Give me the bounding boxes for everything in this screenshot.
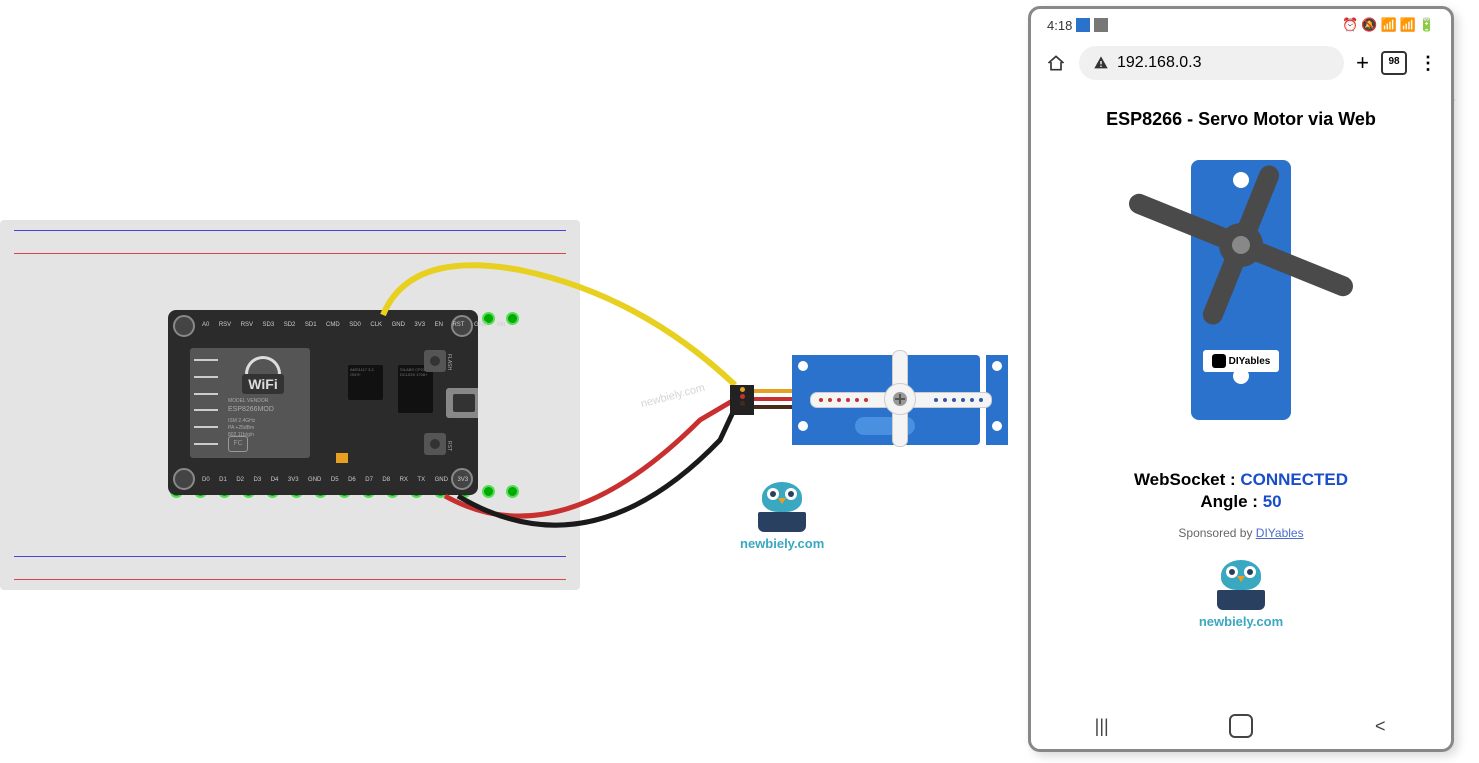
newbiely-logo: newbiely.com [1181,560,1301,629]
url-field[interactable]: 192.168.0.3 [1079,46,1344,80]
tab-count-button[interactable]: 98 [1381,51,1407,75]
screw-icon [893,392,907,406]
phone-statusbar: 4:18 ⏰ 🔕 📶 📶 🔋 [1031,9,1451,41]
usb-serial-chip: SILABS CP2102 DCL03X 1708+ [398,365,433,413]
signal-icon: 📶 [1400,17,1416,33]
url-text: 192.168.0.3 [1117,54,1202,72]
translate-icon [1094,18,1108,32]
flash-label: FLASH [446,354,452,370]
alarm-icon: ⏰ [1342,17,1358,33]
angle-readout: Angle : 50 [1051,492,1431,512]
app-icon [1076,18,1090,32]
pin-labels-top: D0D1D2D3D43V3GNDD5D6D7D8RXTXGND3V3 [202,477,468,483]
shield-module: ESP8266MOD [228,406,274,413]
esp8266-nodemcu: D0D1D2D3D43V3GNDD5D6D7D8RXTXGND3V3 A0RSV… [168,310,478,495]
mute-icon: 🔕 [1361,17,1377,33]
sponsor-link[interactable]: DIYables [1256,526,1304,540]
sponsor-text: Sponsored by DIYables [1051,526,1431,540]
servo-arm [810,380,990,418]
esp-shield: WiFi MODEL VENDOR ESP8266MOD ISM 2.4GHz … [190,348,310,458]
diyables-label: DIYables [1203,350,1279,372]
servo-motor [750,355,990,445]
rst-label: RST [446,441,452,451]
servo-graphic[interactable]: DIYables [1161,160,1321,420]
servo-connector [730,385,754,415]
watermark: newbiely.com [640,382,707,411]
page-title: ESP8266 - Servo Motor via Web [1051,109,1431,130]
home-button[interactable] [1229,714,1253,738]
home-icon[interactable] [1045,53,1067,73]
fcc-icon: FC [228,436,248,452]
add-tab-icon[interactable]: + [1356,50,1369,76]
newbiely-logo: newbiely.com [740,482,824,551]
micro-usb-port [446,388,478,418]
recent-apps-button[interactable]: ||| [1088,717,1116,735]
back-button[interactable]: < [1366,717,1394,735]
phone-mockup: 4:18 ⏰ 🔕 📶 📶 🔋 192.168.0.3 + 98 ⋮ ESP826… [1028,6,1454,752]
insecure-icon [1093,55,1109,71]
websocket-status: WebSocket : CONNECTED [1051,470,1431,490]
flash-button[interactable] [424,350,446,372]
web-page-content: ESP8266 - Servo Motor via Web DIYables W… [1031,85,1451,645]
wifi-icon: 📶 [1380,17,1396,33]
reset-button[interactable] [424,433,446,455]
screw-icon [1229,233,1252,256]
status-time: 4:18 [1047,18,1072,33]
voltage-regulator-chip: AMS1117 3.3 ON?!! [348,365,383,400]
menu-icon[interactable]: ⋮ [1419,53,1437,74]
shield-vendor: MODEL VENDOR [228,398,268,404]
battery-icon: 🔋 [1419,17,1435,33]
shield-spec: ISM 2.4GHz [228,418,255,424]
browser-urlbar: 192.168.0.3 + 98 ⋮ [1031,41,1451,85]
shield-spec: PA +25dBm [228,425,254,431]
pin-labels-bot: A0RSVRSVSD3SD2SD1CMDSD0CLKGND3V3ENRSTGND… [202,322,505,328]
android-nav-bar: ||| < [1031,703,1451,749]
status-led [336,453,348,463]
